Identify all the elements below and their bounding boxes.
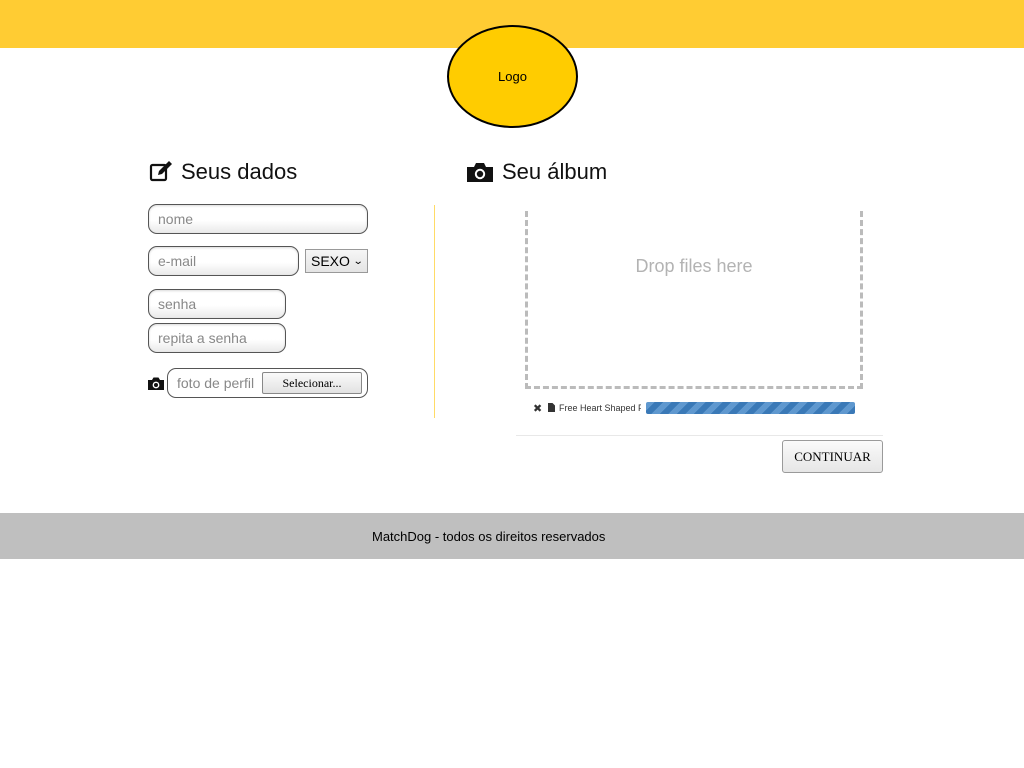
seus-dados-heading: Seus dados [149, 159, 297, 185]
upload-file-name: Free Heart Shaped P [559, 403, 641, 413]
upload-item: ✖ Free Heart Shaped P [533, 401, 641, 415]
logo[interactable]: Logo [447, 25, 578, 128]
file-icon [548, 399, 555, 417]
camera-icon [467, 163, 493, 182]
dropzone[interactable]: Drop files here [525, 211, 863, 389]
footer-text: MatchDog - todos os direitos reservados [372, 529, 606, 544]
sexo-select[interactable]: SEXO ⌄ [305, 249, 368, 273]
nome-input[interactable] [148, 204, 368, 234]
seu-album-title: Seu álbum [502, 159, 608, 184]
senha-input[interactable] [148, 289, 286, 319]
footer: MatchDog - todos os direitos reservados [0, 513, 1024, 559]
logo-text: Logo [498, 69, 527, 84]
camera-icon [147, 376, 165, 396]
selecionar-button[interactable]: Selecionar... [262, 372, 362, 394]
vertical-divider [434, 205, 435, 418]
seu-album-heading: Seu álbum [466, 159, 607, 185]
continuar-button[interactable]: CONTINUAR [782, 440, 883, 473]
foto-perfil-placeholder: foto de perfil [177, 375, 255, 391]
sexo-selected-value: SEXO [311, 253, 350, 269]
foto-perfil-field[interactable]: foto de perfil Selecionar... [167, 368, 368, 398]
edit-icon [149, 161, 172, 182]
chevron-down-icon: ⌄ [352, 255, 364, 267]
repita-senha-input[interactable] [148, 323, 286, 353]
dropzone-text: Drop files here [635, 256, 753, 276]
horizontal-divider [516, 435, 883, 436]
email-input[interactable] [148, 246, 299, 276]
upload-progress-bar [646, 402, 855, 414]
seus-dados-title: Seus dados [181, 159, 298, 184]
upload-progress-fill [646, 402, 855, 414]
remove-file-icon[interactable]: ✖ [533, 402, 545, 415]
